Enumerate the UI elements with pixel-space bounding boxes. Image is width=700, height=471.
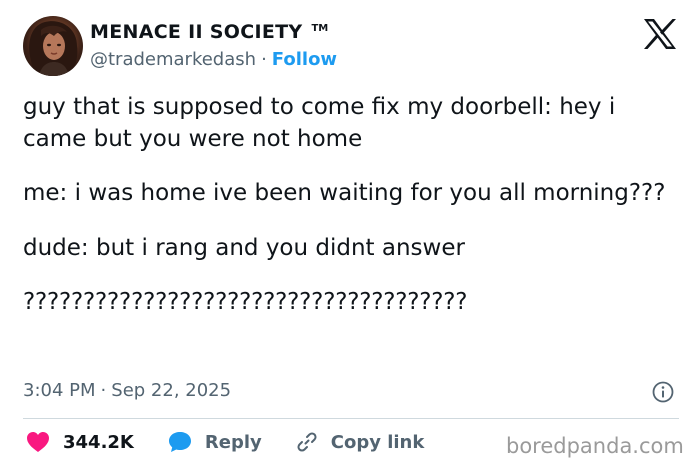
tweet-text: guy that is supposed to come fix my door…	[23, 92, 683, 342]
tweet-actions: 344.2K Reply Copy link	[26, 431, 458, 453]
link-icon	[297, 432, 317, 452]
avatar[interactable]	[23, 16, 83, 76]
reply-label: Reply	[204, 431, 262, 453]
author-handle-row: @trademarkedash · Follow	[90, 49, 337, 70]
follow-button[interactable]: Follow	[272, 49, 337, 70]
watermark: boredpanda.com	[506, 434, 684, 458]
info-icon[interactable]	[652, 381, 674, 403]
tweet-date: Sep 22, 2025	[111, 380, 232, 401]
copy-link-label: Copy link	[330, 431, 425, 453]
tweet-paragraph-3: dude: but i rang and you didnt answer	[23, 234, 465, 261]
author-handle[interactable]: @trademarkedash	[90, 49, 256, 70]
display-name[interactable]: MENACE II SOCIETY	[90, 21, 302, 43]
separator-dot: ·	[100, 380, 107, 401]
reply-bubble-icon	[168, 432, 191, 452]
tweet-paragraph-1: guy that is supposed to come fix my door…	[23, 94, 616, 152]
tweet-paragraph-2: me: i was home ive been waiting for you …	[23, 180, 666, 206]
like-count: 344.2K	[63, 431, 134, 453]
tweet-timestamp[interactable]: 3:04 PM · Sep 22, 2025	[23, 380, 231, 401]
reply-button[interactable]: Reply	[168, 431, 262, 453]
x-logo-icon[interactable]	[643, 19, 677, 49]
like-button[interactable]: 344.2K	[26, 431, 134, 453]
author-name-row: MENACE II SOCIETY TM	[90, 21, 328, 43]
separator-dot: ·	[261, 49, 267, 70]
tweet-paragraph-4: ?????????????????????????????????????	[23, 289, 468, 315]
heart-icon	[27, 432, 49, 452]
tm-mark: TM	[311, 23, 329, 34]
tweet-time: 3:04 PM	[23, 380, 96, 401]
divider	[23, 418, 679, 419]
copy-link-button[interactable]: Copy link	[296, 431, 425, 453]
